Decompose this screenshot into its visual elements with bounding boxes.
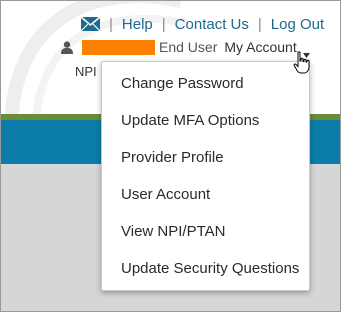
menu-item-user-account[interactable]: User Account	[121, 186, 210, 203]
hand-cursor-icon	[293, 51, 311, 75]
log-out-link[interactable]: Log Out	[271, 16, 324, 33]
redacted-username	[82, 39, 155, 55]
help-link[interactable]: Help	[122, 16, 153, 33]
my-account-menu[interactable]: My Account	[224, 39, 296, 55]
account-dropdown-menu: Change Password Update MFA Options Provi…	[101, 61, 310, 291]
menu-item-update-mfa-options[interactable]: Update MFA Options	[121, 112, 259, 129]
menu-item-view-npi-ptan[interactable]: View NPI/PTAN	[121, 223, 225, 240]
npi-label: NPI	[75, 64, 97, 79]
person-icon	[61, 40, 73, 54]
link-separator: |	[257, 15, 262, 33]
page-frame: | Help | Contact Us | Log Out End User M…	[0, 0, 341, 312]
link-separator: |	[161, 15, 166, 33]
contact-us-link[interactable]: Contact Us	[175, 16, 249, 33]
top-links-bar: | Help | Contact Us | Log Out	[80, 15, 324, 33]
menu-item-provider-profile[interactable]: Provider Profile	[121, 149, 224, 166]
link-separator: |	[109, 15, 113, 33]
user-info-row: End User My Account	[61, 39, 310, 58]
envelope-icon[interactable]	[80, 16, 101, 32]
menu-item-change-password[interactable]: Change Password	[121, 75, 244, 92]
menu-item-update-security-questions[interactable]: Update Security Questions	[121, 260, 299, 277]
user-role: End User	[159, 39, 218, 55]
chevron-down-icon[interactable]	[302, 45, 310, 58]
